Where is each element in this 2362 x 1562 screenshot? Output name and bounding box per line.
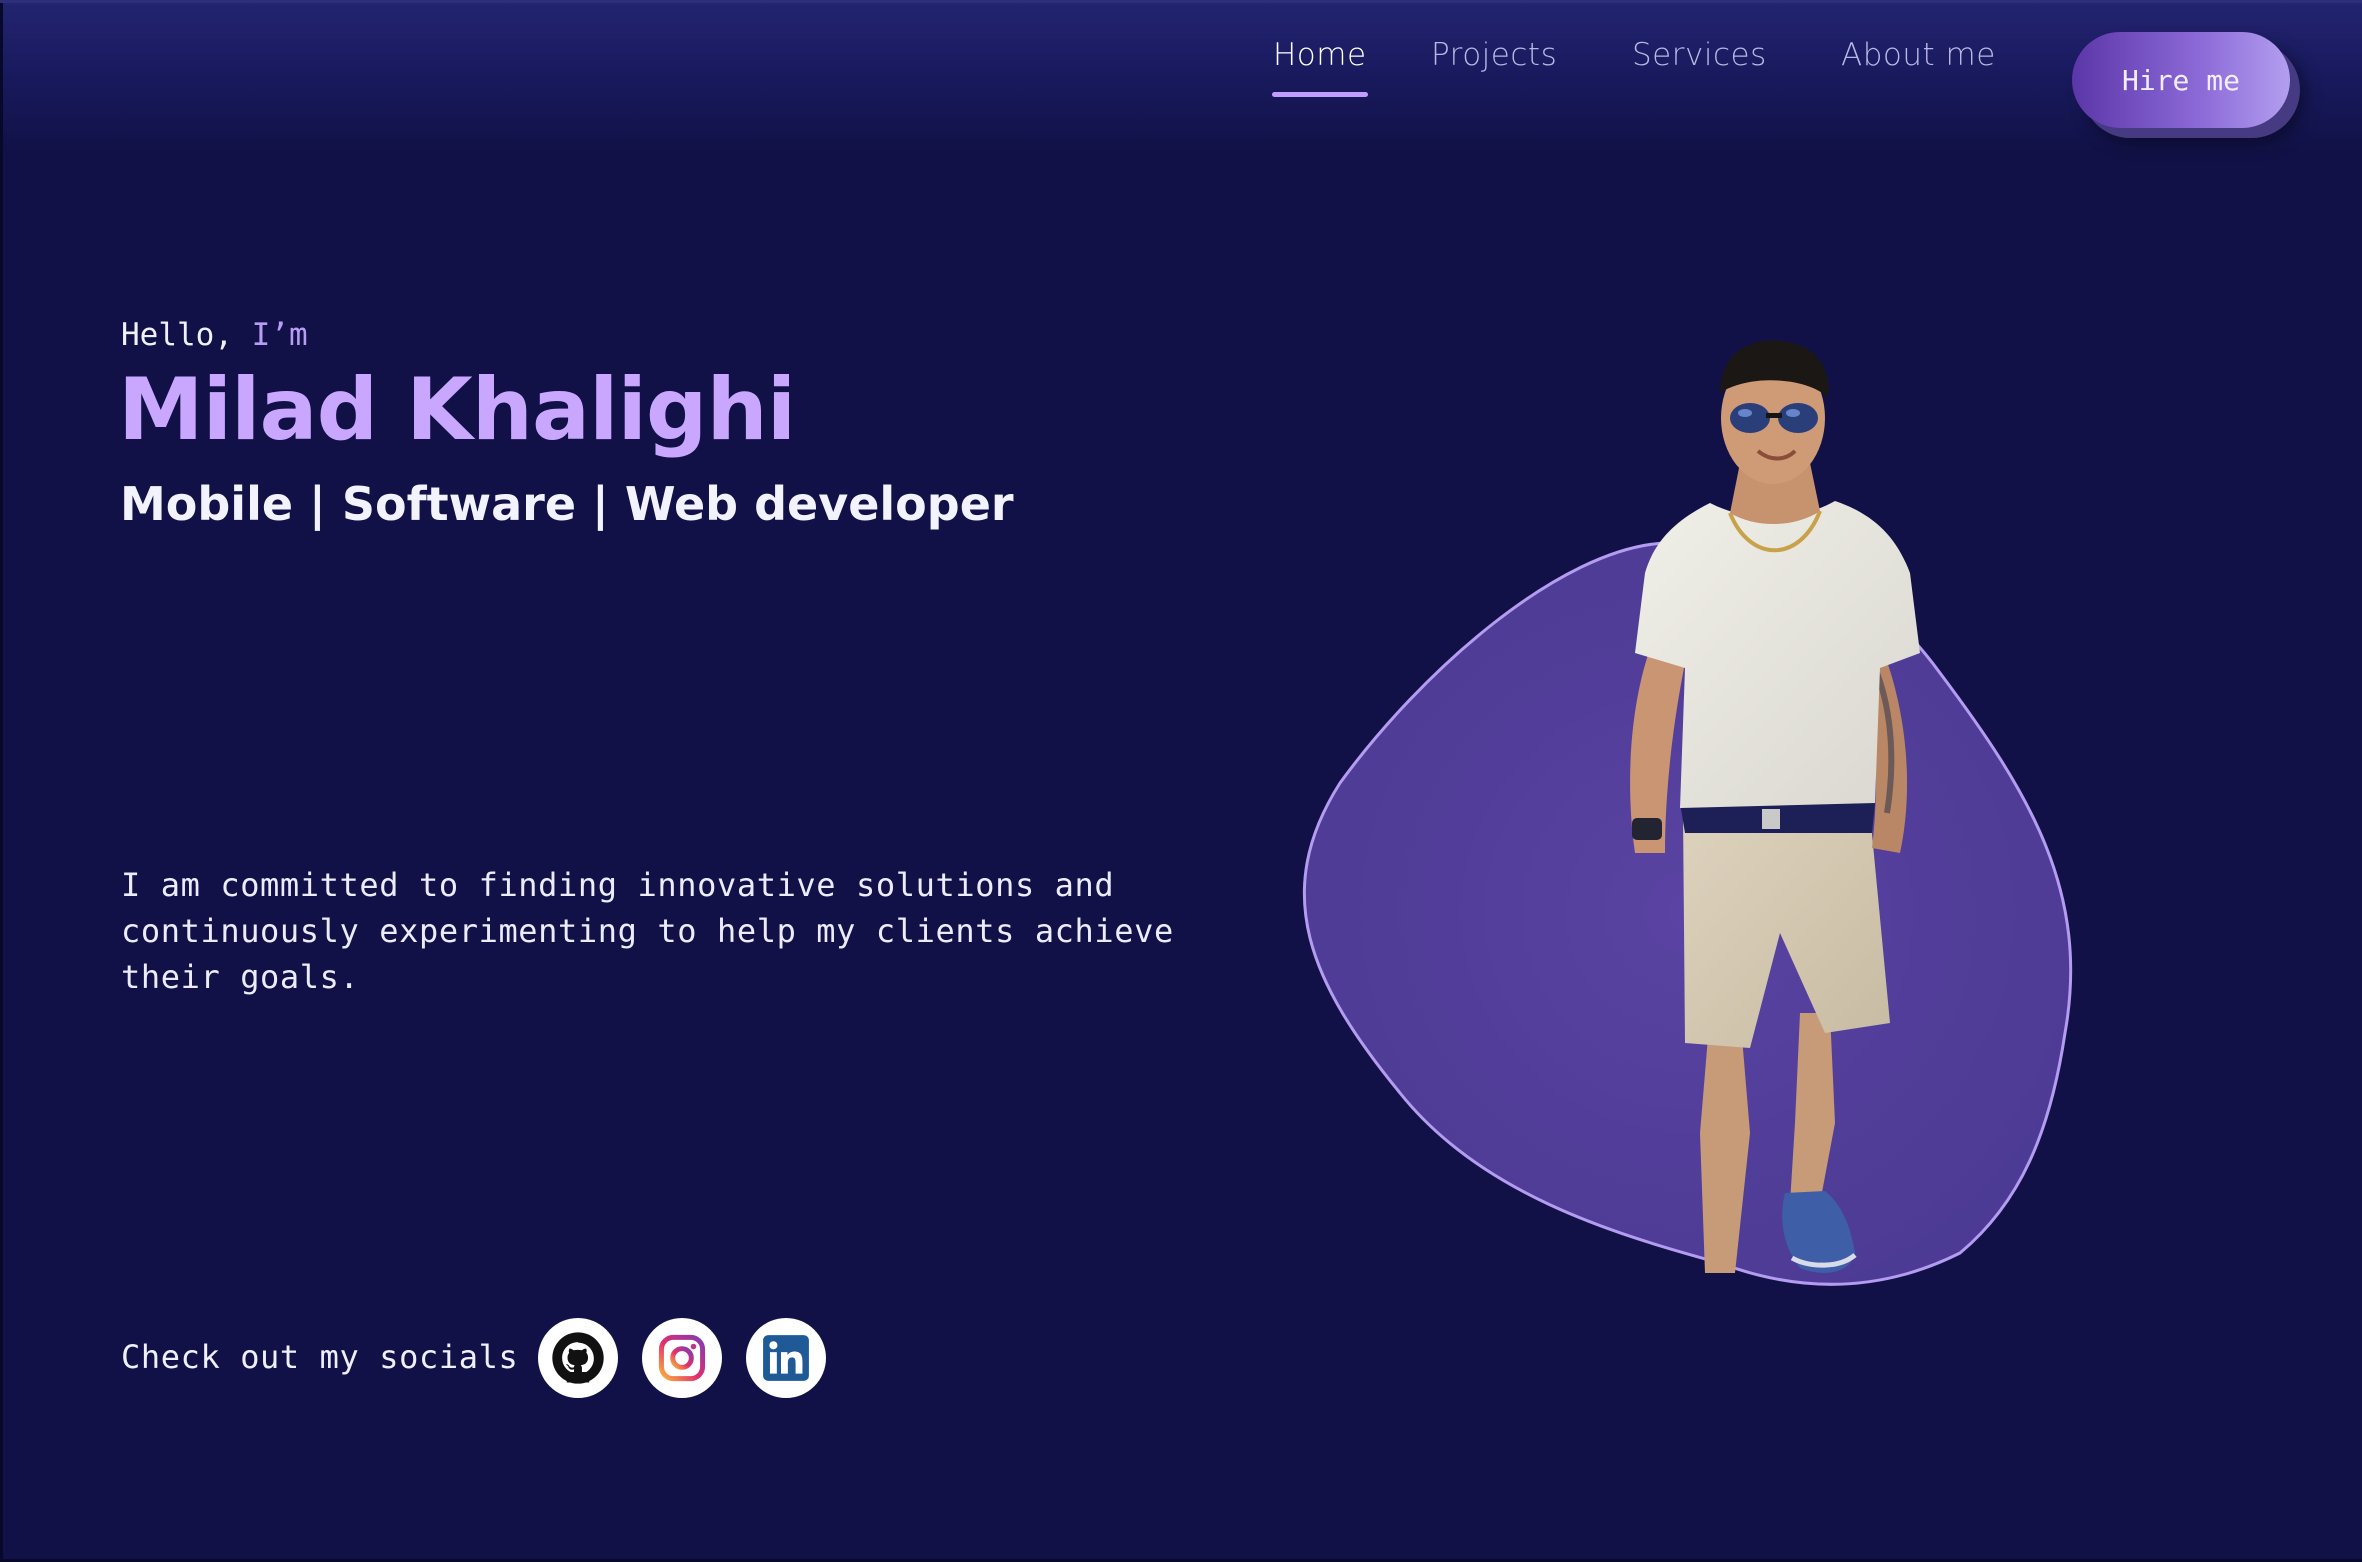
github-link[interactable] bbox=[538, 1318, 618, 1398]
nav-item-home[interactable]: Home bbox=[1273, 37, 1367, 73]
hero-bio: I am committed to finding innovative sol… bbox=[121, 866, 1174, 996]
nav-item-about-me[interactable]: About me bbox=[1841, 37, 1996, 73]
window-edge bbox=[0, 3, 3, 1562]
active-nav-indicator bbox=[1272, 92, 1368, 97]
hero-role: Mobile | Software | Web developer bbox=[120, 477, 1014, 531]
greeting-accent: I’m bbox=[251, 317, 308, 353]
linkedin-link[interactable] bbox=[746, 1318, 826, 1398]
greeting-text: Hello, bbox=[121, 317, 233, 353]
nav-item-services[interactable]: Services bbox=[1632, 37, 1767, 73]
hero-name: Milad Khalighi bbox=[118, 360, 796, 460]
greeting: Hello, I’m bbox=[121, 317, 308, 353]
header-background bbox=[0, 3, 2362, 153]
instagram-icon bbox=[658, 1334, 706, 1382]
linkedin-icon bbox=[763, 1335, 809, 1381]
github-icon bbox=[552, 1332, 604, 1384]
hire-me-button[interactable]: Hire me bbox=[2072, 32, 2290, 128]
instagram-link[interactable] bbox=[642, 1318, 722, 1398]
nav-item-projects[interactable]: Projects bbox=[1431, 37, 1557, 73]
socials-label: Check out my socials bbox=[121, 1338, 519, 1376]
app-window: Home Projects Services About me Hire me … bbox=[0, 0, 2362, 1562]
hero-illustration bbox=[1302, 340, 2073, 1286]
